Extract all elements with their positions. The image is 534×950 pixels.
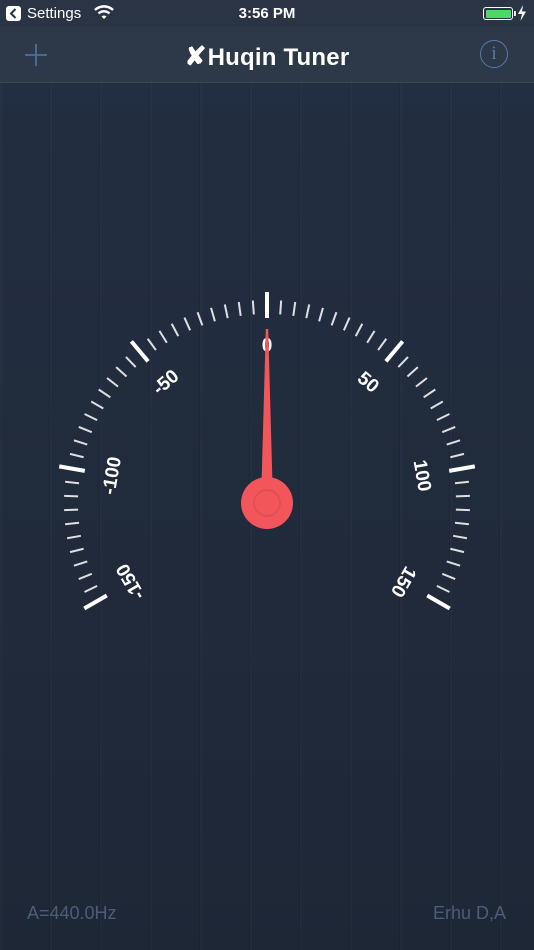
minor-tick bbox=[106, 377, 119, 388]
reference-pitch-button[interactable]: A=440.0Hz bbox=[27, 903, 117, 924]
minor-tick bbox=[446, 560, 461, 567]
minor-tick bbox=[454, 480, 469, 485]
minor-tick bbox=[115, 366, 128, 378]
minor-tick bbox=[318, 307, 324, 322]
minor-tick bbox=[73, 560, 88, 567]
info-button[interactable]: i bbox=[480, 40, 508, 68]
minor-tick bbox=[441, 426, 456, 434]
status-time: 3:56 PM bbox=[238, 5, 296, 22]
minor-tick bbox=[69, 547, 84, 554]
major-tick bbox=[426, 593, 451, 611]
minor-tick bbox=[65, 521, 80, 526]
tick-label: 100 bbox=[409, 458, 435, 493]
major-tick bbox=[448, 464, 476, 473]
minor-tick bbox=[98, 388, 111, 399]
minor-tick bbox=[65, 480, 80, 485]
minor-tick bbox=[441, 572, 456, 580]
tick-label: 50 bbox=[353, 368, 383, 398]
minor-tick bbox=[146, 338, 157, 351]
minor-tick bbox=[446, 439, 461, 446]
needle-hub bbox=[241, 477, 293, 529]
page-title: ✘Huqin Tuner bbox=[0, 41, 534, 72]
tick-label: -100 bbox=[99, 455, 126, 496]
minor-tick bbox=[342, 317, 351, 331]
instrument-selector-button[interactable]: Erhu D,A bbox=[433, 903, 506, 924]
minor-tick bbox=[125, 356, 137, 368]
minor-tick bbox=[377, 338, 388, 351]
minor-tick bbox=[436, 413, 450, 422]
tuning-needle bbox=[241, 329, 293, 529]
minor-tick bbox=[330, 311, 338, 326]
app-logo-x-icon: ✘ bbox=[184, 41, 207, 71]
major-tick bbox=[58, 464, 86, 473]
major-tick bbox=[384, 340, 405, 363]
minor-tick bbox=[84, 584, 98, 593]
minor-tick bbox=[406, 366, 419, 378]
minor-tick bbox=[397, 356, 409, 368]
status-bar: Settings 3:56 PM bbox=[0, 0, 534, 27]
minor-tick bbox=[452, 534, 468, 540]
minor-tick bbox=[279, 300, 283, 315]
minor-tick bbox=[84, 413, 98, 422]
minor-tick bbox=[183, 317, 192, 331]
minor-tick bbox=[196, 311, 204, 326]
minor-tick bbox=[415, 377, 428, 388]
minor-tick bbox=[237, 301, 242, 316]
charging-icon bbox=[517, 5, 527, 25]
battery-icon bbox=[483, 7, 516, 20]
minor-tick bbox=[90, 400, 104, 410]
minor-tick bbox=[210, 307, 216, 322]
minor-tick bbox=[78, 572, 93, 580]
minor-tick bbox=[158, 330, 168, 344]
minor-tick bbox=[73, 439, 88, 446]
minor-tick bbox=[450, 547, 465, 554]
major-tick bbox=[129, 340, 150, 363]
app-title-text: Huqin Tuner bbox=[207, 44, 350, 71]
minor-tick bbox=[305, 304, 311, 319]
minor-tick bbox=[354, 323, 364, 337]
minor-tick bbox=[366, 330, 376, 344]
minor-tick bbox=[292, 301, 297, 316]
minor-tick bbox=[78, 426, 93, 434]
minor-tick bbox=[170, 323, 180, 337]
tick-label: -50 bbox=[149, 366, 184, 400]
tick-label: 150 bbox=[386, 563, 420, 601]
minor-tick bbox=[423, 388, 436, 399]
minor-tick bbox=[436, 584, 450, 593]
minor-tick bbox=[450, 452, 465, 459]
tick-label: -150 bbox=[112, 560, 149, 603]
tuner-gauge: -150-100-50050100150 bbox=[58, 292, 476, 611]
minor-tick bbox=[66, 534, 82, 540]
navigation-bar: ✘Huqin Tuner i bbox=[0, 27, 534, 83]
minor-tick bbox=[223, 304, 229, 319]
major-tick bbox=[83, 593, 108, 611]
minor-tick bbox=[430, 400, 444, 410]
minor-tick bbox=[454, 521, 469, 526]
minor-tick bbox=[251, 300, 255, 315]
minor-tick bbox=[69, 452, 84, 459]
